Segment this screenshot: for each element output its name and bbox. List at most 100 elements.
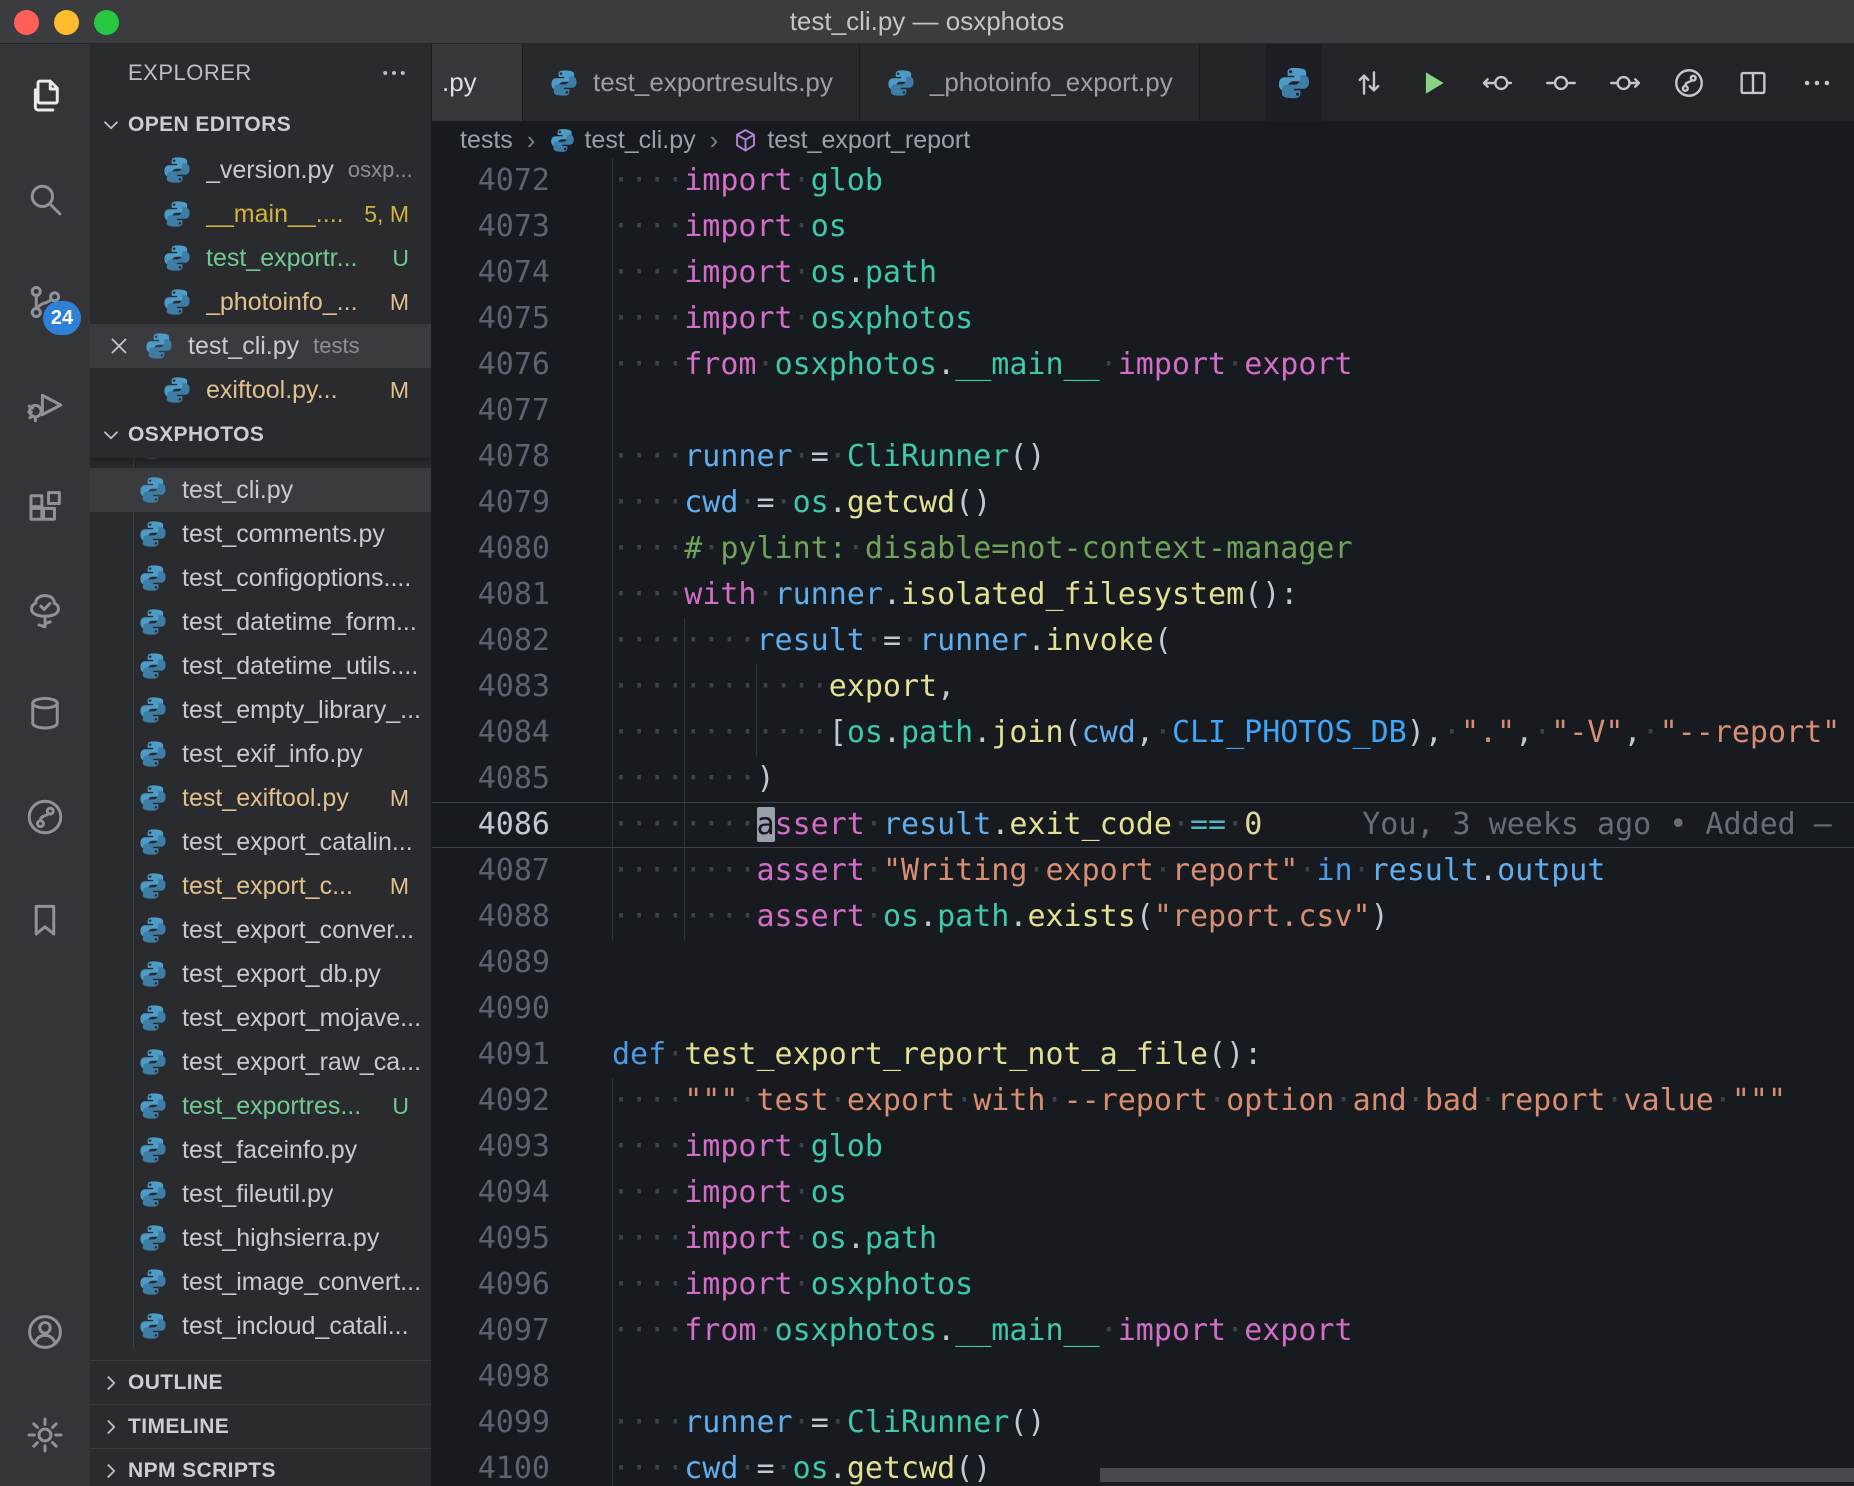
tree-item[interactable]: test_datetime_form... (90, 600, 431, 644)
line-number[interactable]: 4077 (432, 388, 612, 434)
tree-item[interactable]: test_export_catalin... (90, 820, 431, 864)
tab-test-exportresults-py[interactable]: test_exportresults.py (523, 44, 860, 121)
tree-item[interactable]: test_datetime_utils.... (90, 644, 431, 688)
line-number[interactable]: 4094 (432, 1170, 612, 1216)
tree-item[interactable]: test_highsierra.py (90, 1216, 431, 1260)
python-button[interactable] (1266, 44, 1322, 122)
run-button[interactable] (1416, 66, 1450, 100)
activity-item-database[interactable] (0, 662, 90, 765)
code-line-4096[interactable]: 4096····import·osxphotos (432, 1262, 1854, 1308)
line-number[interactable]: 4083 (432, 664, 612, 710)
activity-item-search[interactable] (0, 147, 90, 250)
tree-item[interactable]: test_incloud_catali... (90, 1304, 431, 1348)
tree-item[interactable]: test_configoptions.... (90, 556, 431, 600)
horizontal-scrollbar[interactable] (1100, 1468, 1854, 1482)
tree-item[interactable]: test_export_c...M (90, 864, 431, 908)
code-line-4080[interactable]: 4080····#·pylint:·disable=not-context-ma… (432, 526, 1854, 572)
code-line-4083[interactable]: 4083············export, (432, 664, 1854, 710)
code-line-4091[interactable]: 4091def·test_export_report_not_a_file(): (432, 1032, 1854, 1078)
code-line-4099[interactable]: 4099····runner·=·CliRunner() (432, 1400, 1854, 1446)
open-editor-item[interactable]: test_exportr...U (90, 236, 431, 280)
tree-item[interactable]: test_export_raw_ca... (90, 1040, 431, 1084)
tree-item[interactable]: test_exif_info.py (90, 732, 431, 776)
activity-item-extensions[interactable] (0, 456, 90, 559)
line-number[interactable]: 4097 (432, 1308, 612, 1354)
code-line-4075[interactable]: 4075····import·osxphotos (432, 296, 1854, 342)
line-number[interactable]: 4084 (432, 710, 612, 756)
code-line-4072[interactable]: 4072····import·glob (432, 158, 1854, 204)
line-number[interactable]: 4089 (432, 940, 612, 986)
line-number[interactable]: 4096 (432, 1262, 612, 1308)
activity-item-files[interactable] (0, 44, 90, 147)
code-line-4097[interactable]: 4097····from·osxphotos.__main__·import·e… (432, 1308, 1854, 1354)
line-number[interactable]: 4095 (432, 1216, 612, 1262)
code-line-4089[interactable]: 4089 (432, 940, 1854, 986)
tree-item[interactable]: test_exiftool.pyM (90, 776, 431, 820)
code-line-4093[interactable]: 4093····import·glob (432, 1124, 1854, 1170)
tree-item[interactable]: test_cli.py (90, 468, 431, 512)
line-number[interactable]: 4086 (432, 802, 612, 848)
code-line-4077[interactable]: 4077 (432, 388, 1854, 434)
code-line-4084[interactable]: 4084············[os.path.join(cwd,·CLI_P… (432, 710, 1854, 756)
tree-item[interactable]: test_comments.py (90, 512, 431, 556)
line-number[interactable]: 4073 (432, 204, 612, 250)
tree-item[interactable]: test_export_mojave... (90, 996, 431, 1040)
open-editor-item[interactable]: __main__....5, M (90, 192, 431, 236)
maximize-window-button[interactable] (94, 10, 119, 35)
line-number[interactable]: 4080 (432, 526, 612, 572)
code-line-4087[interactable]: 4087········assert·"Writing·export·repor… (432, 848, 1854, 894)
code-line-4079[interactable]: 4079····cwd·=·os.getcwd() (432, 480, 1854, 526)
code-line-4098[interactable]: 4098 (432, 1354, 1854, 1400)
activity-item-gitlens[interactable] (0, 765, 90, 868)
sidebar-section-outline[interactable]: OUTLINE (90, 1360, 431, 1404)
line-number[interactable]: 4098 (432, 1354, 612, 1400)
line-number[interactable]: 4100 (432, 1446, 612, 1486)
code-line-4073[interactable]: 4073····import·os (432, 204, 1854, 250)
code-line-4074[interactable]: 4074····import·os.path (432, 250, 1854, 296)
more-actions-button[interactable] (1800, 66, 1834, 100)
compare-changes-button[interactable] (1352, 66, 1386, 100)
tree-item[interactable]: test_image_convert... (90, 1260, 431, 1304)
run-above-button[interactable] (1480, 66, 1514, 100)
activity-item-source-control[interactable]: 24 (0, 250, 90, 353)
line-number[interactable]: 4078 (432, 434, 612, 480)
line-number[interactable]: 4082 (432, 618, 612, 664)
code-line-4081[interactable]: 4081····with·runner.isolated_filesystem(… (432, 572, 1854, 618)
gitlens-button[interactable] (1672, 66, 1706, 100)
open-editors-section-header[interactable]: OPEN EDITORS (90, 102, 431, 148)
line-number[interactable]: 4090 (432, 986, 612, 1032)
tree-item[interactable]: test_export_conver... (90, 908, 431, 952)
code-line-4095[interactable]: 4095····import·os.path (432, 1216, 1854, 1262)
code-line-4088[interactable]: 4088········assert·os.path.exists("repor… (432, 894, 1854, 940)
split-editor-button[interactable] (1736, 66, 1770, 100)
tab--photoinfo-export-py[interactable]: _photoinfo_export.py (860, 44, 1200, 121)
code-line-4092[interactable]: 4092····"""·test·export·with·--report·op… (432, 1078, 1854, 1124)
line-number[interactable]: 4076 (432, 342, 612, 388)
activity-item-gear[interactable] (0, 1383, 90, 1486)
line-number[interactable]: 4091 (432, 1032, 612, 1078)
line-number[interactable]: 4079 (432, 480, 612, 526)
more-actions-icon[interactable] (379, 58, 409, 88)
line-number[interactable]: 4099 (432, 1400, 612, 1446)
activity-item-todo-tree[interactable] (0, 559, 90, 662)
activity-item-bookmark[interactable] (0, 868, 90, 971)
code-line-4078[interactable]: 4078····runner·=·CliRunner() (432, 434, 1854, 480)
open-editor-item[interactable]: test_cli.pytests (90, 324, 431, 368)
activity-item-account[interactable] (0, 1280, 90, 1383)
minimize-window-button[interactable] (54, 10, 79, 35)
tab--py[interactable]: .py (432, 44, 523, 121)
tree-item[interactable]: test_empty_library_... (90, 688, 431, 732)
code-line-4076[interactable]: 4076····from·osxphotos.__main__·import·e… (432, 342, 1854, 388)
breadcrumb-item[interactable]: test_cli.py (549, 126, 695, 155)
line-number[interactable]: 4085 (432, 756, 612, 802)
close-window-button[interactable] (14, 10, 39, 35)
line-number[interactable]: 4081 (432, 572, 612, 618)
line-number[interactable]: 4087 (432, 848, 612, 894)
code-line-4086[interactable]: 4086········assert·result.exit_code·==·0… (432, 802, 1854, 848)
run-cell-button[interactable] (1544, 66, 1578, 100)
tree-item[interactable]: test_export_db.py (90, 952, 431, 996)
tree-item[interactable]: test_fileutil.py (90, 1172, 431, 1216)
sidebar-section-npm-scripts[interactable]: NPM SCRIPTS (90, 1448, 431, 1486)
open-editor-item[interactable]: _photoinfo_...M (90, 280, 431, 324)
line-number[interactable]: 4093 (432, 1124, 612, 1170)
